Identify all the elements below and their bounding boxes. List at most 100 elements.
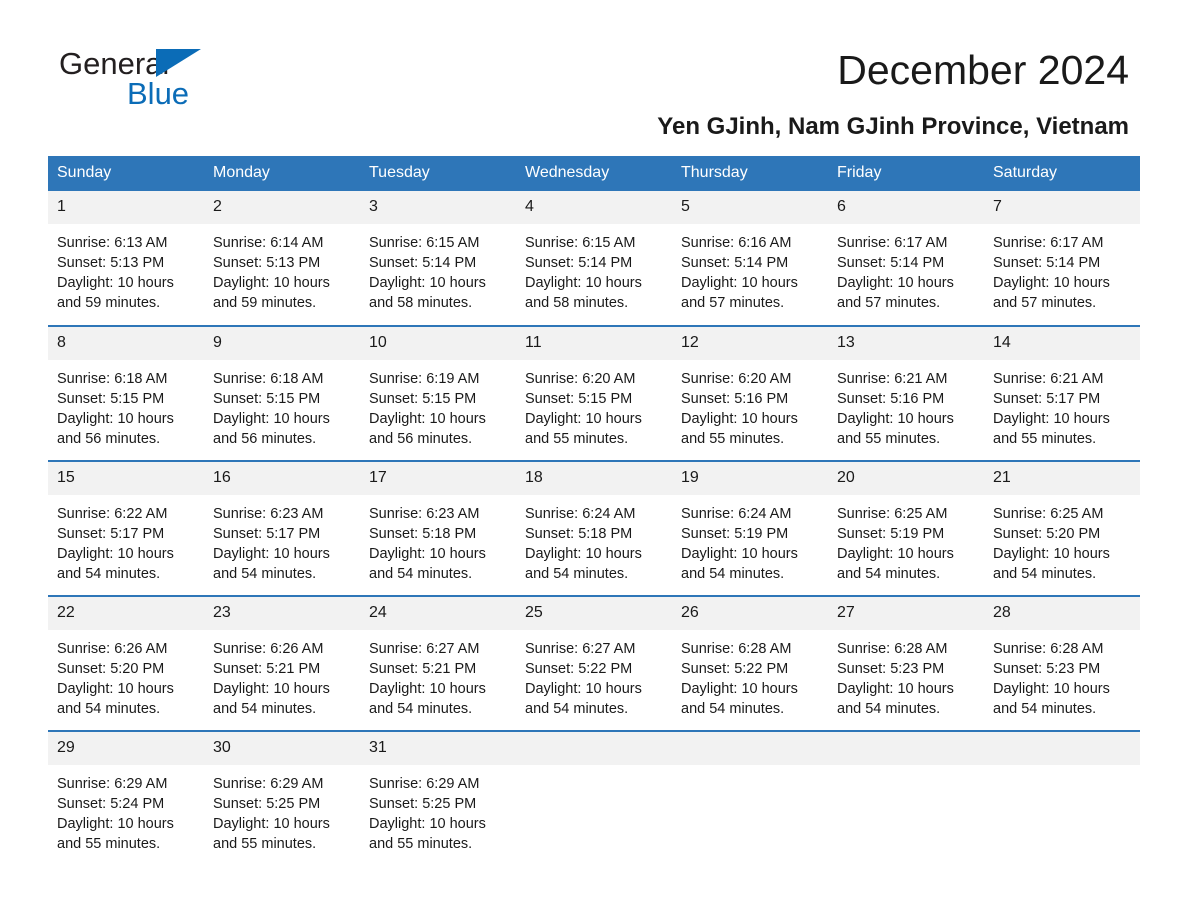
calendar-day-cell[interactable]: 1 Sunrise: 6:13 AM Sunset: 5:13 PM Dayli… [48, 191, 204, 326]
sunset-text: Sunset: 5:20 PM [57, 661, 165, 677]
daylight-text-line2: and 56 minutes. [213, 431, 317, 447]
day-details: Sunrise: 6:28 AM Sunset: 5:23 PM Dayligh… [828, 630, 984, 719]
day-details: Sunrise: 6:18 AM Sunset: 5:15 PM Dayligh… [48, 360, 204, 449]
day-number [516, 732, 672, 765]
calendar-day-cell[interactable]: 9 Sunrise: 6:18 AM Sunset: 5:15 PM Dayli… [204, 325, 360, 461]
calendar-day-cell[interactable]: 27 Sunrise: 6:28 AM Sunset: 5:23 PM Dayl… [828, 595, 984, 731]
calendar-day-cell-empty [516, 730, 672, 866]
sunrise-text: Sunrise: 6:29 AM [369, 776, 480, 792]
calendar-body: 1 Sunrise: 6:13 AM Sunset: 5:13 PM Dayli… [48, 191, 1140, 866]
calendar-day-cell[interactable]: 22 Sunrise: 6:26 AM Sunset: 5:20 PM Dayl… [48, 595, 204, 731]
daylight-text-line1: Daylight: 10 hours [213, 546, 330, 562]
daylight-text-line2: and 58 minutes. [369, 295, 473, 311]
daylight-text-line2: and 55 minutes. [837, 431, 941, 447]
page-subtitle-location: Yen GJinh, Nam GJinh Province, Vietnam [657, 113, 1129, 140]
day-details: Sunrise: 6:28 AM Sunset: 5:23 PM Dayligh… [984, 630, 1140, 719]
calendar-day-cell[interactable]: 7 Sunrise: 6:17 AM Sunset: 5:14 PM Dayli… [984, 191, 1140, 326]
calendar-page: General Blue December 2024 Yen GJinh, Na… [0, 0, 1188, 918]
sunset-text: Sunset: 5:19 PM [837, 526, 945, 542]
calendar-day-cell[interactable]: 15 Sunrise: 6:22 AM Sunset: 5:17 PM Dayl… [48, 460, 204, 596]
sunset-text: Sunset: 5:14 PM [525, 255, 633, 271]
sunset-text: Sunset: 5:16 PM [681, 391, 789, 407]
calendar-day-cell[interactable]: 20 Sunrise: 6:25 AM Sunset: 5:19 PM Dayl… [828, 460, 984, 596]
day-details: Sunrise: 6:22 AM Sunset: 5:17 PM Dayligh… [48, 495, 204, 584]
calendar-day-cell[interactable]: 10 Sunrise: 6:19 AM Sunset: 5:15 PM Dayl… [360, 325, 516, 461]
daylight-text-line1: Daylight: 10 hours [681, 681, 798, 697]
sunset-text: Sunset: 5:23 PM [837, 661, 945, 677]
calendar-day-cell[interactable]: 2 Sunrise: 6:14 AM Sunset: 5:13 PM Dayli… [204, 191, 360, 326]
sunset-text: Sunset: 5:13 PM [57, 255, 165, 271]
calendar-day-cell[interactable]: 24 Sunrise: 6:27 AM Sunset: 5:21 PM Dayl… [360, 595, 516, 731]
calendar-day-cell[interactable]: 31 Sunrise: 6:29 AM Sunset: 5:25 PM Dayl… [360, 730, 516, 866]
sunset-text: Sunset: 5:17 PM [993, 391, 1101, 407]
daylight-text-line1: Daylight: 10 hours [57, 681, 174, 697]
day-details: Sunrise: 6:17 AM Sunset: 5:14 PM Dayligh… [984, 224, 1140, 313]
day-details: Sunrise: 6:21 AM Sunset: 5:17 PM Dayligh… [984, 360, 1140, 449]
day-number: 28 [984, 597, 1140, 630]
day-number: 11 [516, 327, 672, 360]
calendar-day-cell[interactable]: 11 Sunrise: 6:20 AM Sunset: 5:15 PM Dayl… [516, 325, 672, 461]
day-details: Sunrise: 6:14 AM Sunset: 5:13 PM Dayligh… [204, 224, 360, 313]
daylight-text-line1: Daylight: 10 hours [993, 411, 1110, 427]
sunset-text: Sunset: 5:21 PM [213, 661, 321, 677]
calendar-day-cell[interactable]: 5 Sunrise: 6:16 AM Sunset: 5:14 PM Dayli… [672, 191, 828, 326]
daylight-text-line2: and 54 minutes. [681, 566, 785, 582]
sunset-text: Sunset: 5:14 PM [837, 255, 945, 271]
calendar-week-row: 22 Sunrise: 6:26 AM Sunset: 5:20 PM Dayl… [48, 595, 1140, 731]
sunset-text: Sunset: 5:15 PM [57, 391, 165, 407]
weekday-header-thursday: Thursday [672, 156, 828, 191]
calendar-day-cell[interactable]: 16 Sunrise: 6:23 AM Sunset: 5:17 PM Dayl… [204, 460, 360, 596]
sunrise-text: Sunrise: 6:27 AM [525, 641, 636, 657]
day-number [828, 732, 984, 765]
calendar-day-cell[interactable]: 4 Sunrise: 6:15 AM Sunset: 5:14 PM Dayli… [516, 191, 672, 326]
daylight-text-line1: Daylight: 10 hours [369, 411, 486, 427]
calendar-header-row-group: Sunday Monday Tuesday Wednesday Thursday… [48, 156, 1140, 191]
daylight-text-line1: Daylight: 10 hours [525, 275, 642, 291]
day-details: Sunrise: 6:15 AM Sunset: 5:14 PM Dayligh… [360, 224, 516, 313]
day-number: 13 [828, 327, 984, 360]
sunset-text: Sunset: 5:21 PM [369, 661, 477, 677]
weekday-header-row: Sunday Monday Tuesday Wednesday Thursday… [48, 156, 1140, 191]
day-details: Sunrise: 6:13 AM Sunset: 5:13 PM Dayligh… [48, 224, 204, 313]
calendar-day-cell[interactable]: 8 Sunrise: 6:18 AM Sunset: 5:15 PM Dayli… [48, 325, 204, 461]
daylight-text-line2: and 54 minutes. [837, 566, 941, 582]
sunrise-text: Sunrise: 6:15 AM [369, 235, 480, 251]
sunrise-text: Sunrise: 6:17 AM [837, 235, 948, 251]
sunrise-text: Sunrise: 6:29 AM [213, 776, 324, 792]
calendar-day-cell[interactable]: 28 Sunrise: 6:28 AM Sunset: 5:23 PM Dayl… [984, 595, 1140, 731]
sunset-text: Sunset: 5:15 PM [369, 391, 477, 407]
calendar-day-cell[interactable]: 18 Sunrise: 6:24 AM Sunset: 5:18 PM Dayl… [516, 460, 672, 596]
day-number: 5 [672, 191, 828, 224]
calendar-day-cell[interactable]: 14 Sunrise: 6:21 AM Sunset: 5:17 PM Dayl… [984, 325, 1140, 461]
calendar-day-cell[interactable]: 6 Sunrise: 6:17 AM Sunset: 5:14 PM Dayli… [828, 191, 984, 326]
sunrise-text: Sunrise: 6:14 AM [213, 235, 324, 251]
daylight-text-line2: and 56 minutes. [57, 431, 161, 447]
day-details: Sunrise: 6:29 AM Sunset: 5:25 PM Dayligh… [204, 765, 360, 854]
sunrise-text: Sunrise: 6:13 AM [57, 235, 168, 251]
daylight-text-line1: Daylight: 10 hours [837, 681, 954, 697]
daylight-text-line2: and 55 minutes. [993, 431, 1097, 447]
calendar-day-cell[interactable]: 12 Sunrise: 6:20 AM Sunset: 5:16 PM Dayl… [672, 325, 828, 461]
generalblue-logo[interactable]: General Blue [59, 48, 319, 110]
calendar-day-cell[interactable]: 26 Sunrise: 6:28 AM Sunset: 5:22 PM Dayl… [672, 595, 828, 731]
day-number [984, 732, 1140, 765]
day-number: 22 [48, 597, 204, 630]
calendar-day-cell[interactable]: 25 Sunrise: 6:27 AM Sunset: 5:22 PM Dayl… [516, 595, 672, 731]
calendar-day-cell[interactable]: 19 Sunrise: 6:24 AM Sunset: 5:19 PM Dayl… [672, 460, 828, 596]
daylight-text-line1: Daylight: 10 hours [525, 546, 642, 562]
daylight-text-line1: Daylight: 10 hours [837, 411, 954, 427]
calendar-day-cell[interactable]: 30 Sunrise: 6:29 AM Sunset: 5:25 PM Dayl… [204, 730, 360, 866]
calendar-day-cell[interactable]: 29 Sunrise: 6:29 AM Sunset: 5:24 PM Dayl… [48, 730, 204, 866]
daylight-text-line2: and 54 minutes. [525, 566, 629, 582]
sunset-text: Sunset: 5:24 PM [57, 796, 165, 812]
sunset-text: Sunset: 5:15 PM [213, 391, 321, 407]
calendar-day-cell[interactable]: 13 Sunrise: 6:21 AM Sunset: 5:16 PM Dayl… [828, 325, 984, 461]
calendar-day-cell[interactable]: 3 Sunrise: 6:15 AM Sunset: 5:14 PM Dayli… [360, 191, 516, 326]
day-number: 15 [48, 462, 204, 495]
calendar-day-cell[interactable]: 23 Sunrise: 6:26 AM Sunset: 5:21 PM Dayl… [204, 595, 360, 731]
daylight-text-line1: Daylight: 10 hours [369, 681, 486, 697]
calendar-day-cell[interactable]: 21 Sunrise: 6:25 AM Sunset: 5:20 PM Dayl… [984, 460, 1140, 596]
day-number: 7 [984, 191, 1140, 224]
daylight-text-line2: and 54 minutes. [681, 701, 785, 717]
calendar-day-cell[interactable]: 17 Sunrise: 6:23 AM Sunset: 5:18 PM Dayl… [360, 460, 516, 596]
